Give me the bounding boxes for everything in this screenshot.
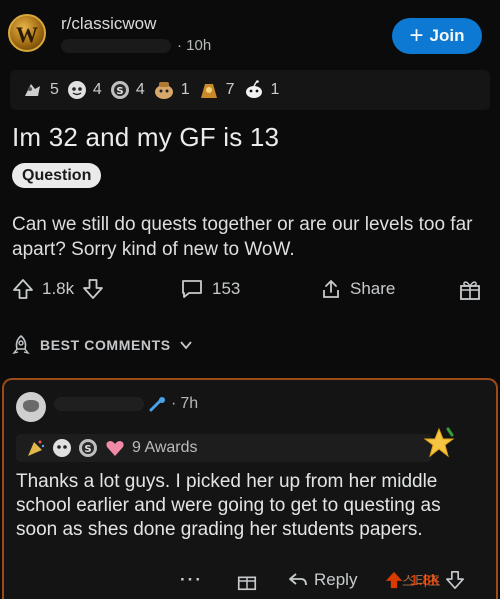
helpful-award-icon [67,81,86,99]
award-count: 4 [92,81,102,98]
gift-icon [460,281,480,300]
heart-award-icon [106,441,124,456]
avatar[interactable] [16,392,46,422]
award-item: 7 [198,80,235,100]
share-button[interactable]: Share [320,278,395,300]
more-options-button[interactable]: ··· [180,570,203,590]
comment-awards-bar[interactable]: S 9 Awards [16,434,432,462]
downvote-icon[interactable] [445,570,465,590]
reply-label: Reply [314,570,358,589]
subreddit-icon-letter: W [16,22,38,47]
wrench-icon [149,397,165,412]
comment-age: 7h [180,395,199,412]
downvote-icon[interactable] [82,278,104,300]
award-count: 1 [270,81,280,98]
join-label: Join [429,26,465,45]
reply-arrow-icon [289,573,307,586]
helpful-award-icon [53,439,71,457]
star-award-icon [423,427,455,458]
post-action-bar: 1.8k 153 Share [12,276,488,306]
comment-body: Thanks a lot guys. I picked her up from … [16,471,441,540]
snoo-award-icon [245,80,262,98]
comments-button[interactable]: 153 [180,278,240,300]
award-count: 7 [225,81,235,98]
post-flair[interactable]: Question [12,163,102,188]
post-age: 10h [186,37,212,54]
award-item: S 4 [110,80,145,100]
give-award-button[interactable] [458,278,482,302]
comment-meta: · 7h [149,395,198,413]
plus-icon: + [409,22,424,49]
chevron-down-icon [180,341,192,350]
comment-awards-count: 9 Awards [132,439,198,456]
highlighted-comment: · 7h S 9 Awards Thanks a lot guys. I pic… [2,378,498,599]
reply-button[interactable]: Reply [288,570,357,590]
gold-award-icon [200,84,217,98]
award-item: 4 [67,80,102,100]
reddit-post-screen: W r/classicwow · 10h + Join 5 4 S 4 1 7 … [0,0,500,599]
award-item: 5 [22,80,59,100]
award-count: 4 [135,81,145,98]
comment-count: 153 [212,279,241,298]
comment-sort-button[interactable]: BEST COMMENTS [10,334,193,356]
svg-text:S: S [116,86,123,97]
comment-bubble-icon [182,280,202,298]
subreddit-name[interactable]: r/classicwow [61,14,156,34]
vote-count: 1.8k [42,279,75,298]
wholesome-award-icon [25,84,40,96]
gift-icon [237,576,257,591]
award-count: 1 [180,81,190,98]
meta-dot: · [171,395,177,412]
awards-bar[interactable]: 5 4 S 4 1 7 1 [10,70,490,110]
upvote-icon[interactable] [12,278,34,300]
post-meta: · 10h [61,37,211,54]
share-label: Share [350,279,396,298]
upvote-icon[interactable] [384,570,404,590]
commenter-redacted [54,397,144,411]
silver-award-icon: S [79,439,97,457]
join-button[interactable]: + Join [392,18,482,54]
award-item: 1 [243,80,280,100]
sort-label: BEST COMMENTS [40,337,171,353]
post-title[interactable]: Im 32 and my GF is 13 [12,122,279,153]
vote-group: 1.8k [12,278,104,300]
meta-dot: · [177,37,187,54]
svg-text:S: S [84,444,91,455]
share-icon [323,280,339,298]
watermark: 스티즈 [402,574,441,590]
award-count: 5 [50,81,59,98]
comment-action-bar: ··· Reply 스티즈 1.8k [4,570,496,598]
bravo-award-icon [154,82,173,99]
author-redacted [61,38,171,53]
subreddit-icon[interactable]: W [8,14,46,52]
silver-award-icon: S [110,81,129,99]
rocket-icon [12,334,30,355]
party-award-icon [28,440,45,456]
comment-vote-group: 스티즈 1.8k [384,570,465,590]
award-item: 1 [153,80,190,100]
give-award-button[interactable] [236,570,258,592]
post-header: W r/classicwow · 10h + Join [8,8,490,60]
post-body: Can we still do quests together or are o… [12,214,473,260]
